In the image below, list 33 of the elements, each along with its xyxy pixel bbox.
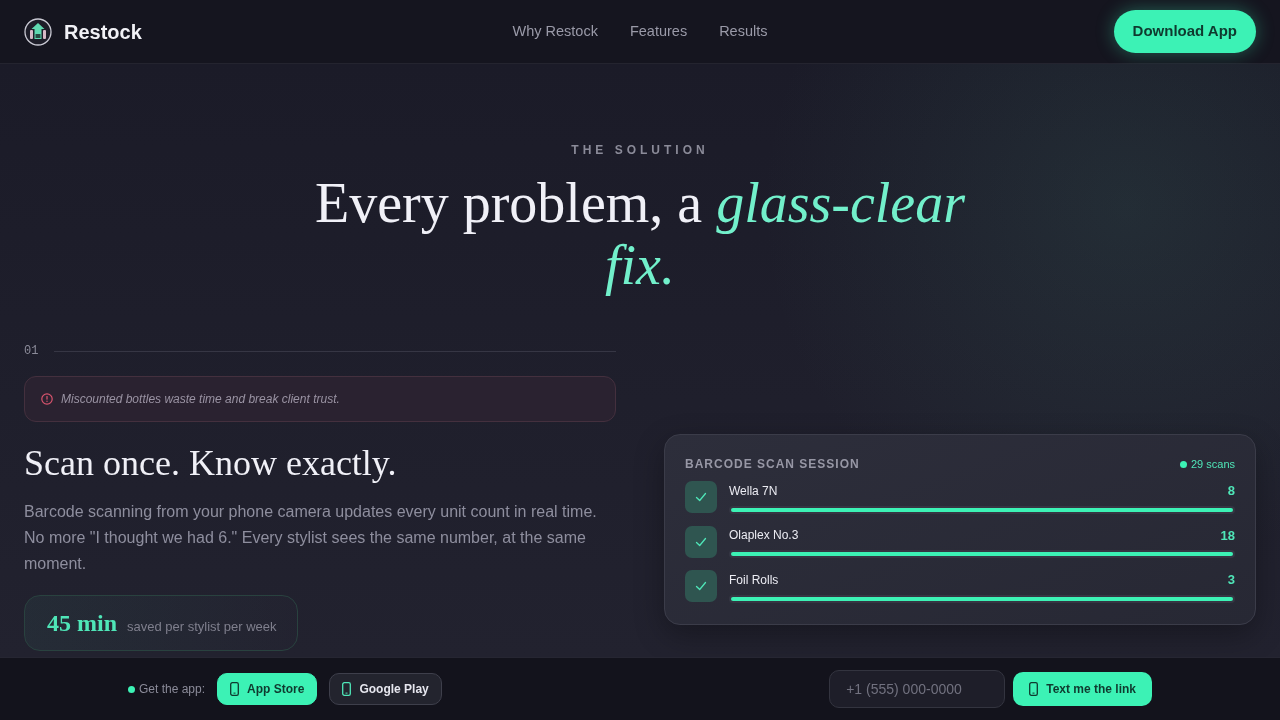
nav-link[interactable]: Results [719, 20, 768, 43]
section-eyebrow: THE SOLUTION [571, 142, 709, 159]
solution-heading: Scan once. Know exactly. [24, 442, 398, 486]
stat-label: saved per stylist per week [127, 618, 277, 637]
logo-icon[interactable] [24, 17, 52, 46]
nav-link[interactable]: Why Restock [512, 20, 598, 43]
step-number: 01 [24, 343, 39, 361]
text-link-button[interactable]: Text me the link [1013, 672, 1152, 706]
stat-value: 45 min [47, 609, 117, 639]
brand-name[interactable]: Restock [64, 16, 142, 47]
card-title: BARCODE SCAN SESSION [685, 456, 860, 474]
problem-text: Miscounted bottles waste time and break client trust. [61, 391, 340, 409]
product-count: 18 [1220, 526, 1235, 545]
nav-link[interactable]: Features [629, 20, 688, 43]
alert-icon [41, 393, 53, 406]
store-button[interactable]: Google Play [329, 673, 442, 705]
status-dot-icon [128, 685, 135, 693]
product-count: 8 [1227, 482, 1235, 501]
phone-icon [342, 682, 352, 696]
get-app-label: Get the app: [139, 681, 206, 698]
store-button[interactable]: App Store [217, 673, 318, 705]
product-name: Foil Rolls [729, 571, 779, 589]
phone-icon [1029, 682, 1039, 696]
status-dot-icon [1179, 460, 1187, 468]
download-app-button[interactable]: Download App [1113, 10, 1256, 53]
product-name: Wella 7N [729, 482, 778, 500]
product-count: 3 [1227, 571, 1235, 590]
scan-count: 29 scans [1190, 456, 1235, 472]
phone-icon [230, 682, 240, 696]
hero-heading: Every problem, a glass-clear fix. [313, 173, 966, 297]
phone-number-field[interactable]: +1 (555) 000-0000 [829, 670, 1006, 708]
product-name: Olaplex No.3 [729, 527, 799, 545]
solution-description: Barcode scanning from your phone camera updates every unit count in real time. No more "I thought we had 6." Every stylist sees the same number, at the same moment. [24, 502, 598, 575]
